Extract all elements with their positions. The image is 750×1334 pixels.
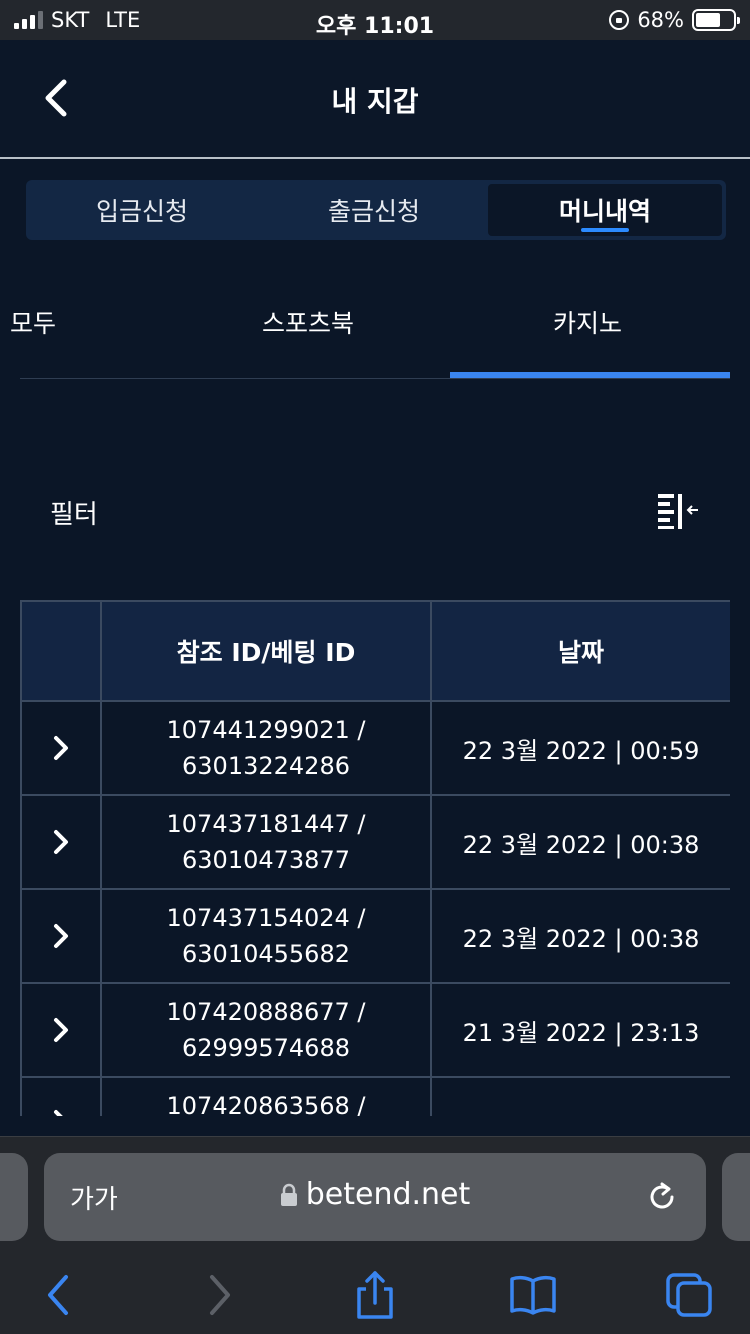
tab-label: 모두 <box>9 309 56 338</box>
history-table: 참조 ID/베팅 ID 날짜 107441299021 / 6301322428… <box>20 600 730 1116</box>
header-divider <box>0 157 750 159</box>
table-header-row: 참조 ID/베팅 ID 날짜 <box>20 600 730 702</box>
table-row[interactable]: 107441299021 / 63013224286 22 3월 2022 | … <box>20 700 730 796</box>
header-ref-bet-id: 참조 ID/베팅 ID <box>100 600 432 702</box>
ref-id: 107437181447 / <box>166 810 366 838</box>
bet-id: 63013224286 <box>182 752 350 780</box>
share-icon[interactable] <box>350 1271 400 1319</box>
filter-toggle-icon[interactable] <box>654 490 700 530</box>
next-tab-preview[interactable] <box>722 1153 750 1241</box>
expand-cell[interactable] <box>20 700 102 796</box>
date-cell: 21 3월 2022 | 23:13 <box>430 1076 730 1116</box>
chevron-right-icon[interactable] <box>51 922 71 950</box>
url-display[interactable]: betend.net <box>44 1177 706 1212</box>
chevron-right-icon[interactable] <box>51 1016 71 1044</box>
app-header: 내 지갑 <box>0 40 750 158</box>
ref-id: 107420863568 / <box>166 1092 366 1116</box>
tab-withdraw-request[interactable]: 출금신청 <box>258 180 490 240</box>
expand-cell[interactable] <box>20 1076 102 1116</box>
bookmarks-icon[interactable] <box>508 1271 558 1319</box>
wallet-segment-tabs: 입금신청 출금신청 머니내역 <box>26 180 726 240</box>
bet-id: 63010455682 <box>182 940 350 968</box>
table-row[interactable]: 107437181447 / 63010473877 22 3월 2022 | … <box>20 794 730 890</box>
header-expand <box>20 600 102 702</box>
table-row[interactable]: 107420888677 / 62999574688 21 3월 2022 | … <box>20 982 730 1078</box>
category-tabs: 모두 스포츠북 카지노 <box>0 290 750 382</box>
tab-label: 머니내역 <box>558 197 651 226</box>
bet-id: 63010473877 <box>182 846 350 874</box>
expand-cell[interactable] <box>20 794 102 890</box>
chevron-right-icon[interactable] <box>51 1108 71 1116</box>
date-cell: 21 3월 2022 | 23:13 <box>430 982 730 1078</box>
ref-bet-id-cell: 107420888677 / 62999574688 <box>100 982 432 1078</box>
ref-bet-id-cell: 107437154024 / 63010455682 <box>100 888 432 984</box>
browser-back-icon[interactable] <box>34 1271 84 1319</box>
tab-sportsbook[interactable]: 스포츠북 <box>262 304 354 340</box>
tab-label: 출금신청 <box>327 197 420 226</box>
status-bar: SKT LTE 오후 11:01 68% <box>0 0 750 40</box>
tabs-divider <box>20 378 730 379</box>
address-bar[interactable]: 가가 betend.net <box>44 1153 706 1241</box>
active-tab-indicator <box>450 372 730 378</box>
date-cell: 22 3월 2022 | 00:38 <box>430 794 730 890</box>
tab-label: 스포츠북 <box>262 309 355 338</box>
tab-casino[interactable]: 카지노 <box>553 304 622 340</box>
ref-bet-id-cell: 107441299021 / 63013224286 <box>100 700 432 796</box>
previous-tab-preview[interactable] <box>0 1153 28 1241</box>
status-right: 68% <box>609 0 740 40</box>
date-cell: 22 3월 2022 | 00:38 <box>430 888 730 984</box>
filter-label[interactable]: 필터 <box>50 494 98 531</box>
active-tab-indicator <box>581 228 629 232</box>
tab-deposit-request[interactable]: 입금신청 <box>26 180 258 240</box>
ref-bet-id-cell: 107420863568 / <box>100 1076 432 1116</box>
ref-id: 107437154024 / <box>166 904 366 932</box>
battery-percent: 68% <box>637 8 684 32</box>
tab-money-history[interactable]: 머니내역 <box>488 184 722 236</box>
ref-id: 107420888677 / <box>166 998 366 1026</box>
header-date: 날짜 <box>430 600 730 702</box>
chevron-right-icon[interactable] <box>51 828 71 856</box>
tab-all[interactable]: 모두 <box>0 304 56 340</box>
tab-label: 카지노 <box>553 309 623 338</box>
table-row[interactable]: 107420863568 / 21 3월 2022 | 23:13 <box>20 1076 730 1116</box>
lock-icon <box>280 1183 297 1206</box>
table-row[interactable]: 107437154024 / 63010455682 22 3월 2022 | … <box>20 888 730 984</box>
browser-toolbar <box>0 1265 750 1325</box>
date-cell: 22 3월 2022 | 00:59 <box>430 700 730 796</box>
expand-cell[interactable] <box>20 888 102 984</box>
ref-id: 107441299021 / <box>166 716 366 744</box>
browser-forward-icon[interactable] <box>194 1271 244 1319</box>
battery-icon <box>692 9 740 31</box>
rotation-lock-icon <box>609 10 630 30</box>
ref-bet-id-cell: 107437181447 / 63010473877 <box>100 794 432 890</box>
page-title: 내 지갑 <box>331 85 419 118</box>
browser-chrome: 가가 betend.net <box>0 1136 750 1334</box>
expand-cell[interactable] <box>20 982 102 1078</box>
chevron-right-icon[interactable] <box>51 734 71 762</box>
tab-label: 입금신청 <box>95 197 188 226</box>
url-text: betend.net <box>305 1177 471 1212</box>
tabs-icon[interactable] <box>664 1271 714 1319</box>
bet-id: 62999574688 <box>182 1034 350 1062</box>
reload-icon[interactable] <box>644 1179 680 1215</box>
